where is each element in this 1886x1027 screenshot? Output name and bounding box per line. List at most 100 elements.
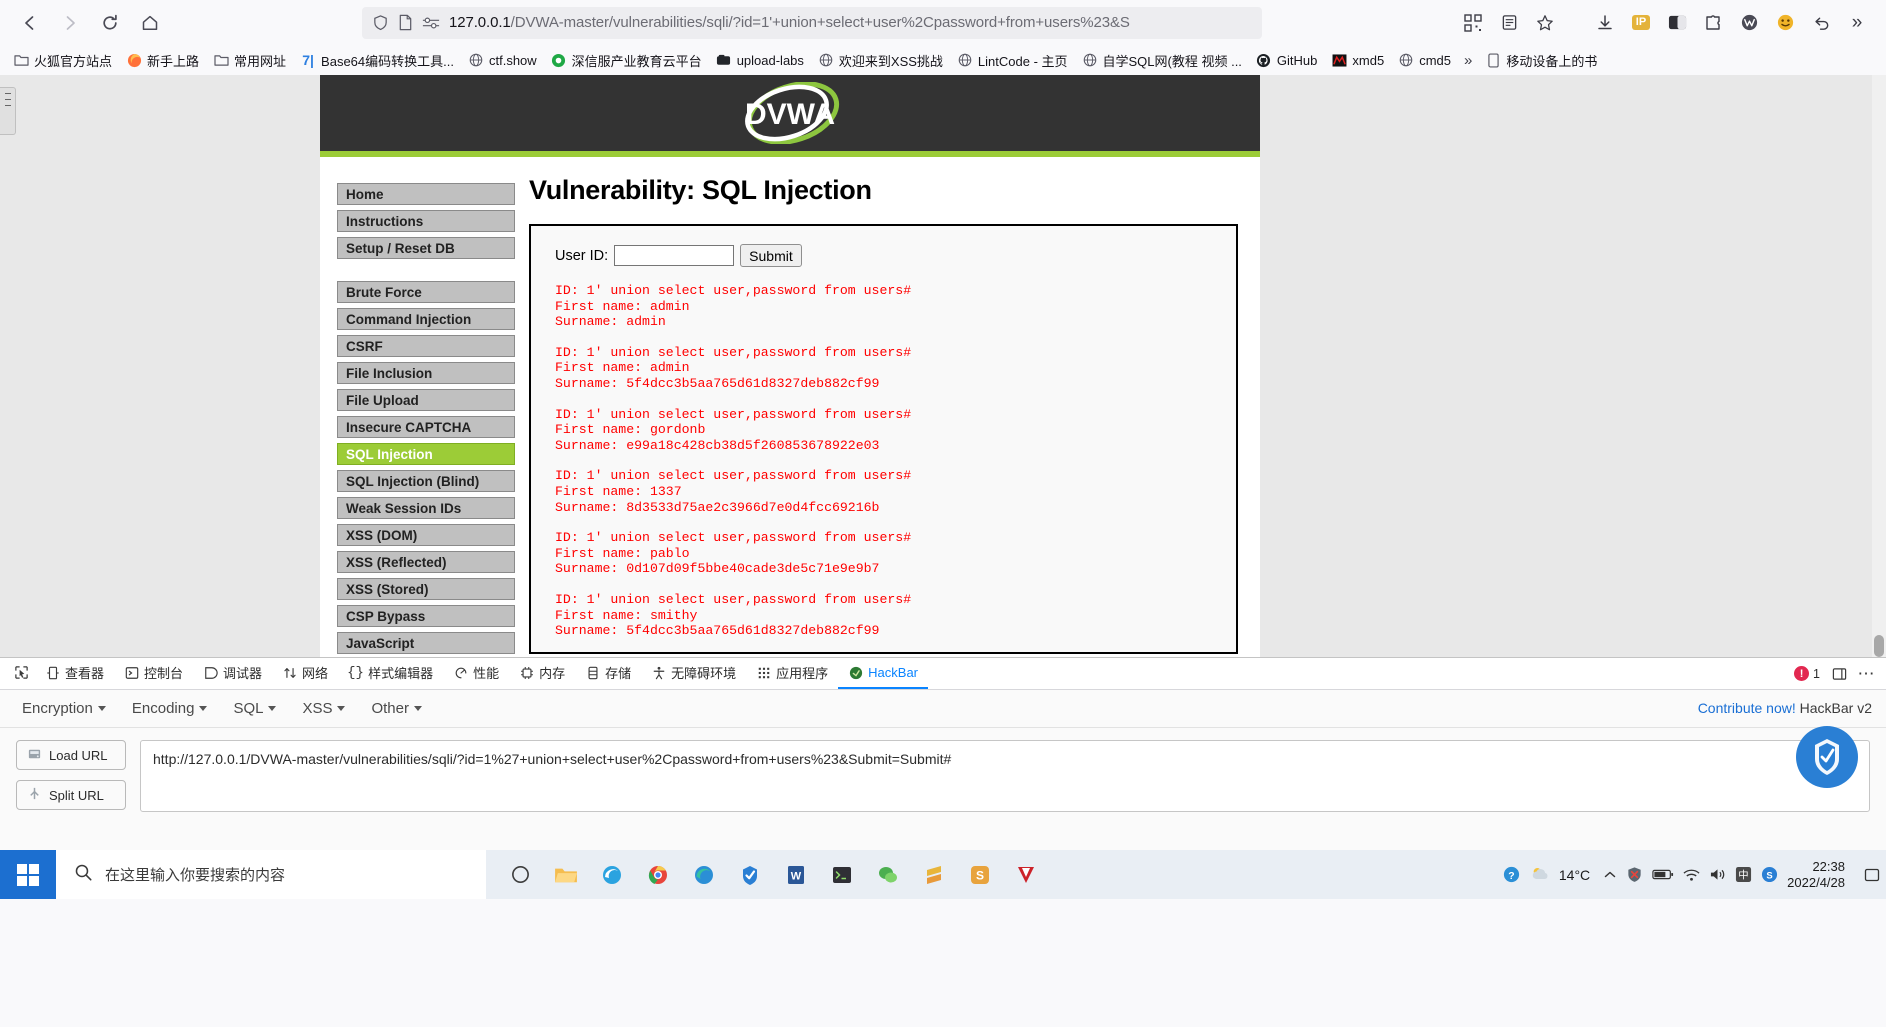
tab-memory[interactable]: 内存 (509, 658, 575, 689)
page-icon[interactable] (398, 14, 413, 31)
hackbar-url-textarea[interactable]: http://127.0.0.1/DVWA-master/vulnerabili… (140, 740, 1870, 812)
bookmark-item[interactable]: xmd5 (1324, 49, 1391, 71)
sidebar-item-home[interactable]: Home (337, 183, 515, 205)
load-url-button[interactable]: Load URL (16, 740, 126, 770)
show-hidden-icon[interactable] (1603, 868, 1617, 882)
edge-legacy-icon[interactable] (592, 855, 632, 895)
tab-console[interactable]: 控制台 (114, 658, 193, 689)
ime-icon[interactable]: 中 (1735, 866, 1752, 883)
notification-icon[interactable] (1864, 867, 1880, 883)
taskbar-weather[interactable]: 14°C (1530, 865, 1590, 885)
sidebar-item-setup-reset-db[interactable]: Setup / Reset DB (337, 237, 515, 259)
taskbar-search[interactable]: 在这里输入你要搜索的内容 (56, 850, 486, 899)
wappalyzer-icon[interactable] (1732, 7, 1766, 39)
bookmark-item[interactable]: 深信服产业教育云平台 (544, 48, 709, 73)
hackbar-menu-xss[interactable]: XSS (302, 700, 346, 717)
bookmark-item[interactable]: LintCode - 主页 (950, 48, 1075, 73)
ip-extension-icon[interactable]: IP (1624, 7, 1658, 39)
forward-button[interactable] (52, 7, 88, 39)
sidebar-item-brute-force[interactable]: Brute Force (337, 281, 515, 303)
bookmark-item[interactable]: 7| Base64编码转换工具... (293, 48, 461, 73)
tab-storage[interactable]: 存储 (575, 658, 641, 689)
bookmark-item[interactable]: ctf.show (461, 49, 544, 71)
s-app-icon[interactable]: S (960, 855, 1000, 895)
chrome-icon[interactable] (638, 855, 678, 895)
address-bar[interactable]: 127.0.0.1/DVWA-master/vulnerabilities/sq… (362, 6, 1262, 39)
help-icon[interactable]: ? (1502, 865, 1521, 884)
sidebar-item-instructions[interactable]: Instructions (337, 210, 515, 232)
task-view-icon[interactable] (500, 855, 540, 895)
tab-accessibility[interactable]: 无障碍环境 (641, 658, 746, 689)
terminal-icon[interactable] (822, 855, 862, 895)
sidebar-item-command-injection[interactable]: Command Injection (337, 308, 515, 330)
overflow-menu-icon[interactable]: » (1840, 7, 1874, 39)
hackbar-menu-other[interactable]: Other (371, 700, 422, 717)
sidebar-item-weak-session-ids[interactable]: Weak Session IDs (337, 497, 515, 519)
hackbar-menu-encoding[interactable]: Encoding (132, 700, 208, 717)
bookmark-item[interactable]: cmd5 (1391, 49, 1458, 71)
sidebar-item-sql-injection-blind[interactable]: SQL Injection (Blind) (337, 470, 515, 492)
bookmark-star-icon[interactable] (1528, 7, 1562, 39)
taskbar-clock[interactable]: 22:38 2022/4/28 (1787, 859, 1855, 891)
word-icon[interactable]: W (776, 855, 816, 895)
permissions-icon[interactable] (422, 16, 440, 30)
contribute-link[interactable]: Contribute now! (1698, 700, 1796, 716)
bookmark-item[interactable]: 常用网址 (206, 48, 293, 73)
sidebar-item-file-inclusion[interactable]: File Inclusion (337, 362, 515, 384)
tab-network[interactable]: 网络 (272, 658, 338, 689)
hackbar-menu-encryption[interactable]: Encryption (22, 700, 106, 717)
more-options-icon[interactable]: ⋯ (1858, 664, 1875, 683)
smiley-extension-icon[interactable] (1768, 7, 1802, 39)
hackbar-taskbar-icon[interactable] (730, 855, 770, 895)
dock-toggle-icon[interactable] (1832, 666, 1847, 681)
v-app-icon[interactable] (1006, 855, 1046, 895)
error-count-badge[interactable]: ! 1 (1794, 666, 1820, 681)
sidebar-item-sql-injection[interactable]: SQL Injection (337, 443, 515, 465)
sidebar-item-xss-dom[interactable]: XSS (DOM) (337, 524, 515, 546)
wechat-icon[interactable] (868, 855, 908, 895)
edge-icon[interactable] (684, 855, 724, 895)
element-picker-icon[interactable] (0, 658, 35, 689)
sublime-icon[interactable] (914, 855, 954, 895)
sidebar-item-xss-stored[interactable]: XSS (Stored) (337, 578, 515, 600)
volume-icon[interactable] (1709, 867, 1726, 882)
bookmark-item[interactable]: 自学SQL网(教程 视频 ... (1075, 48, 1249, 73)
reload-button[interactable] (92, 7, 128, 39)
reader-view-icon[interactable] (1492, 7, 1526, 39)
security-icon[interactable] (1626, 866, 1643, 883)
submit-button[interactable]: Submit (740, 244, 802, 267)
battery-icon[interactable] (1652, 868, 1674, 881)
sidebar-item-xss-reflected[interactable]: XSS (Reflected) (337, 551, 515, 573)
home-button[interactable] (132, 7, 168, 39)
puzzle-extension-icon[interactable] (1696, 7, 1730, 39)
bookmark-item[interactable]: 欢迎来到XSS挑战 (811, 48, 950, 73)
bookmark-item[interactable]: upload-labs (709, 49, 811, 71)
sidebar-item-csp-bypass[interactable]: CSP Bypass (337, 605, 515, 627)
back-button[interactable] (12, 7, 48, 39)
bookmark-item[interactable]: GitHub (1249, 49, 1324, 71)
sidebar-item-csrf[interactable]: CSRF (337, 335, 515, 357)
shield-icon[interactable] (372, 14, 389, 31)
tab-application[interactable]: 应用程序 (746, 658, 838, 689)
scrollbar-thumb[interactable] (1874, 635, 1884, 657)
bookmark-mobile-folder[interactable]: 移动设备上的书 (1478, 48, 1604, 73)
qr-code-icon[interactable] (1456, 7, 1490, 39)
user-id-input[interactable] (614, 245, 735, 266)
sidebar-handle[interactable] (0, 87, 16, 135)
hackbar-menu-sql[interactable]: SQL (233, 700, 277, 717)
tab-debugger[interactable]: 调试器 (193, 658, 272, 689)
dark-reader-icon[interactable] (1660, 7, 1694, 39)
undo-icon[interactable] (1804, 7, 1838, 39)
network-tray-icon[interactable] (1683, 868, 1700, 882)
sidebar-item-file-upload[interactable]: File Upload (337, 389, 515, 411)
windows-start-icon[interactable] (0, 850, 56, 899)
sidebar-item-insecure-captcha[interactable]: Insecure CAPTCHA (337, 416, 515, 438)
sogou-icon[interactable]: S (1761, 866, 1778, 883)
tab-style-editor[interactable]: {} 样式编辑器 (338, 658, 443, 689)
tab-performance[interactable]: 性能 (443, 658, 509, 689)
downloads-icon[interactable] (1588, 7, 1622, 39)
tab-inspector[interactable]: 查看器 (35, 658, 114, 689)
tab-hackbar[interactable]: HackBar (838, 658, 929, 689)
split-url-button[interactable]: Split URL (16, 780, 126, 810)
page-scrollbar[interactable] (1872, 75, 1886, 657)
